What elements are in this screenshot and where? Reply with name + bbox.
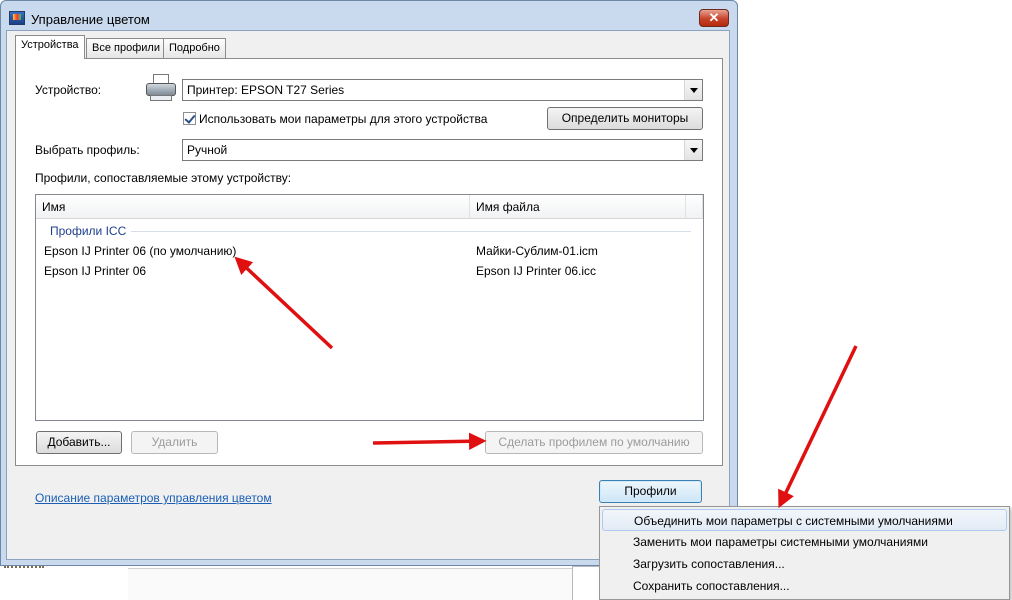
annotation-arrow — [234, 256, 334, 350]
annotation-arrows — [234, 256, 858, 509]
annotation-arrow — [778, 345, 858, 509]
tab-devices[interactable]: Устройства — [15, 35, 85, 59]
annotation-arrow — [372, 432, 487, 451]
